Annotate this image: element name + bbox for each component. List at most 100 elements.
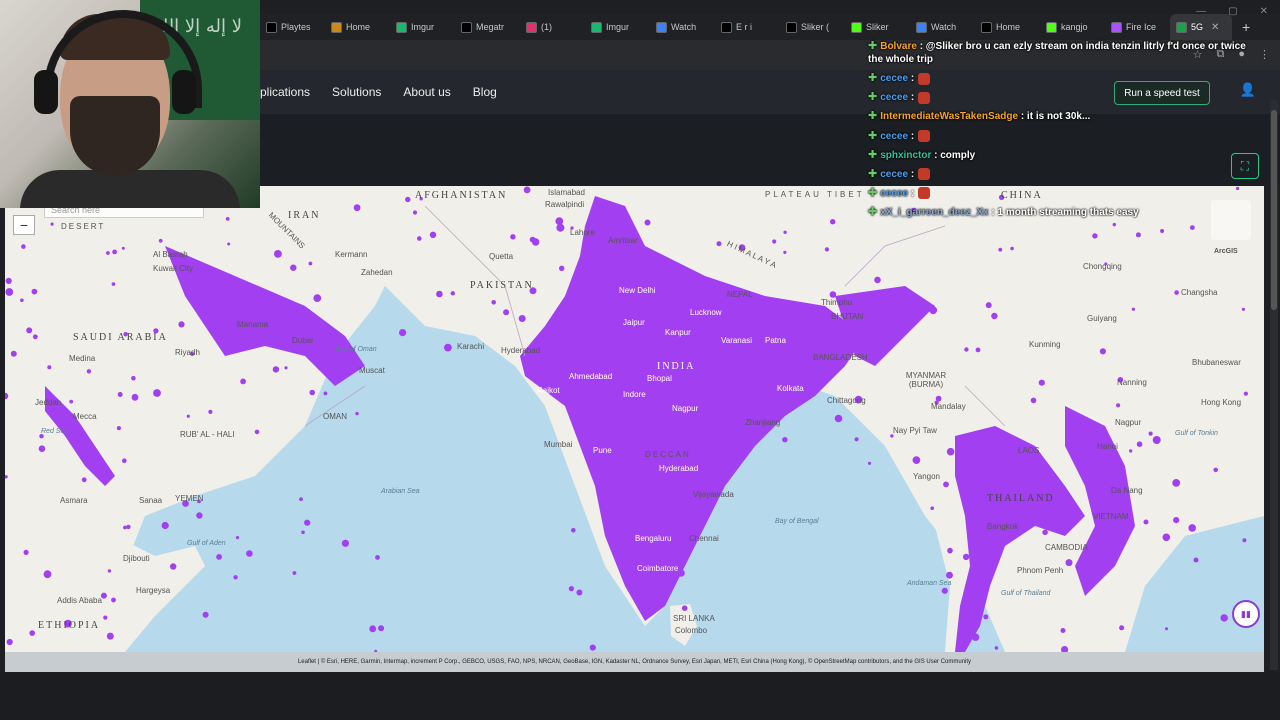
map-city-muscat: Muscat (359, 366, 385, 375)
map-sea-gulf-of-oman: Gulf of Oman (335, 346, 377, 353)
chat-text: : comply (934, 149, 976, 161)
tab-favicon-icon (526, 21, 537, 33)
map-label-myanmar: MYANMAR (BURMA) (905, 371, 947, 389)
browser-tab[interactable]: Fire Ice (1105, 14, 1170, 40)
browser-tab[interactable]: Imgur (585, 14, 650, 40)
chat-username[interactable]: cecee (880, 169, 908, 180)
browser-tab[interactable]: Sliker ( (780, 14, 845, 40)
coverage-dot (121, 246, 125, 250)
tab-favicon-icon (981, 21, 992, 33)
map-city-coimbatore: Coimbatore (637, 564, 679, 573)
nav-solutions[interactable]: Solutions (332, 85, 381, 99)
map-city-chittagong: Chittagong (827, 396, 866, 405)
signal-bars-icon[interactable]: ▮▮ (1232, 600, 1260, 628)
map-city-thimphu: Thimphu (821, 298, 853, 307)
map-label-india: INDIA (657, 361, 696, 372)
browser-tab[interactable]: (1) (520, 14, 585, 40)
coverage-dot (213, 311, 219, 318)
tab-label: Imgur (606, 22, 630, 32)
chat-text: : (910, 73, 915, 85)
coverage-dot (867, 461, 872, 465)
tab-favicon-icon (786, 21, 797, 33)
nav-applications[interactable]: plications (260, 85, 310, 99)
map-sea-bay-of-bengal: Bay of Bengal (775, 518, 819, 525)
map-region-deccan: DECCAN (645, 450, 691, 459)
chat-emote-icon (918, 130, 931, 143)
map-city-lucknow: Lucknow (690, 308, 722, 317)
minimize-icon[interactable]: — (1196, 6, 1206, 17)
chat-username[interactable]: sphxinctor (880, 150, 931, 161)
coverage-dot (10, 350, 17, 357)
coverage-dot (985, 302, 992, 309)
streamer-beard (70, 96, 160, 176)
coverage-dot (213, 269, 219, 276)
map-zoom-out-button[interactable]: − (13, 215, 35, 235)
coverage-dot (1148, 431, 1153, 436)
map-city-mandalay: Mandalay (931, 402, 966, 411)
chat-username[interactable]: cecee (880, 131, 908, 142)
coverage-dot (691, 338, 696, 342)
browser-tab[interactable]: kangjo (1040, 14, 1105, 40)
map-city-new-delhi: New Delhi (619, 286, 656, 295)
coverage-dot (246, 550, 253, 557)
browser-tab[interactable]: Imgur (390, 14, 455, 40)
browser-tab[interactable]: Playtes (260, 14, 325, 40)
coverage-dot (518, 315, 526, 322)
menu-dots-icon[interactable]: ⋮ (1259, 48, 1270, 61)
coverage-dot (23, 549, 29, 555)
chat-message: ✚ cecee : (868, 91, 1248, 104)
coverage-dot (947, 547, 953, 554)
coverage-dot (186, 414, 190, 418)
coverage-dot (32, 334, 38, 340)
chat-username[interactable]: cecee (880, 92, 908, 103)
chat-username[interactable]: Bolvare (880, 41, 917, 52)
coverage-dot (1241, 307, 1245, 311)
coverage-dot (627, 431, 634, 437)
coverage-dot (20, 298, 24, 303)
coverage-dot (991, 312, 998, 320)
browser-tab[interactable]: Home (975, 14, 1040, 40)
page-scrollbar-thumb[interactable] (1271, 110, 1277, 310)
browser-tab[interactable]: Watch (650, 14, 715, 40)
chat-message: ✚ cecee : (868, 130, 1248, 143)
map-city-bhubaneswar: Zhanjiang (745, 418, 781, 427)
close-window-icon[interactable]: ✕ (1260, 6, 1268, 17)
new-tab-button[interactable]: + (1242, 19, 1250, 35)
map-label-saudi-arabia: SAUDI ARABIA (73, 332, 168, 343)
coverage-dot (254, 429, 260, 435)
browser-tab[interactable]: Sliker (845, 14, 910, 40)
chat-username[interactable]: cecee (880, 188, 908, 199)
maximize-icon[interactable]: ▢ (1228, 6, 1237, 17)
chat-username[interactable]: IntermediateWasTakenSadge (880, 112, 1018, 123)
nav-about-us[interactable]: About us (403, 85, 450, 99)
coverage-map[interactable]: AFGHANISTAN IRAN PAKISTAN SAUDI ARABIA I… (5, 186, 1264, 652)
coverage-dot (491, 300, 497, 305)
coverage-dot (1243, 391, 1248, 396)
coverage-dot (202, 611, 209, 618)
nav-blog[interactable]: Blog (473, 85, 497, 99)
map-label-yemen: YEMEN (175, 494, 204, 503)
coverage-dot (1160, 229, 1165, 233)
tab-label: kangjo (1061, 22, 1088, 32)
tab-close-icon[interactable]: ✕ (1211, 22, 1219, 33)
coverage-dot (1193, 557, 1199, 563)
browser-tab[interactable]: Home (325, 14, 390, 40)
coverage-dot (106, 251, 110, 255)
browser-tab[interactable]: E r i (715, 14, 780, 40)
coverage-dot (998, 247, 1003, 252)
chat-username[interactable]: xX_i_garreen_deez_Xx (880, 207, 988, 218)
coverage-dot (196, 512, 203, 519)
coverage-dot (716, 241, 722, 247)
coverage-dot (1038, 379, 1045, 386)
browser-tab[interactable]: Megatr (455, 14, 520, 40)
map-city-jaipur: Jaipur (623, 318, 645, 327)
browser-tab[interactable]: Watch (910, 14, 975, 40)
coverage-dot (399, 329, 407, 337)
browser-tab[interactable]: 5G ✕ (1170, 14, 1232, 40)
chat-username[interactable]: cecee (880, 73, 908, 84)
chat-message: ✚ xX_i_garreen_deez_Xx : 1 month streamin… (868, 206, 1248, 219)
chat-message: ✚ IntermediateWasTakenSadge : it is not 3… (868, 110, 1248, 123)
coverage-dot (962, 553, 970, 561)
coverage-dot (111, 597, 116, 603)
chat-badge-icon: ✚ (868, 186, 878, 199)
